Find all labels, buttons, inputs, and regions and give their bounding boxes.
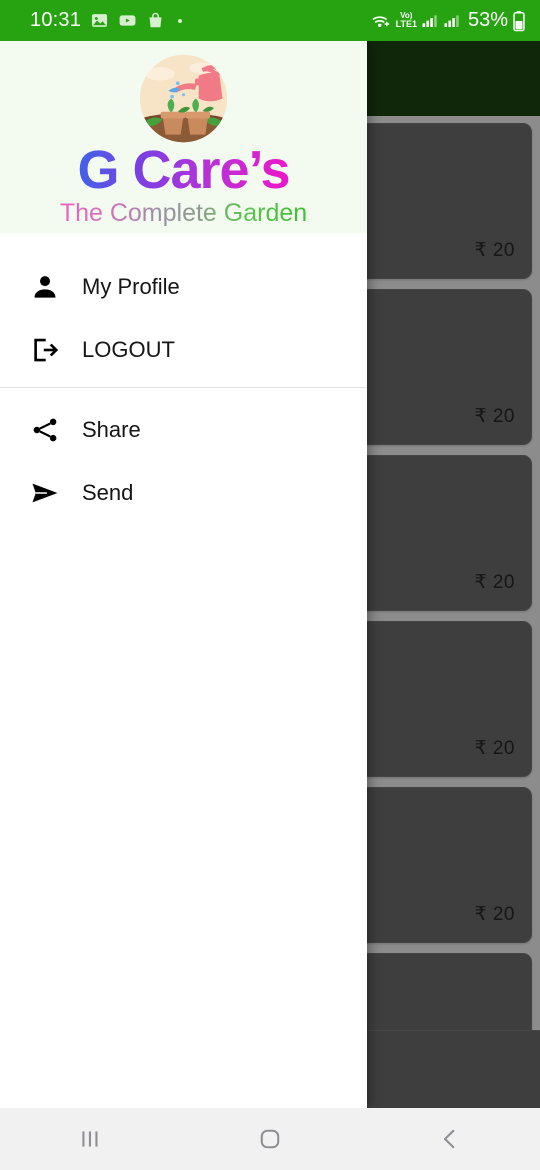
volte-indicator: Vo) LTE1 [395,11,417,29]
status-bar-clock: 10:31 [30,9,82,31]
person-icon [30,272,64,302]
drawer-header: G Care’s The Complete Garden [0,41,367,234]
battery-percent-label: 53% [467,9,508,31]
brand-title: G Care’s [77,140,290,200]
recents-icon [82,1131,98,1147]
drawer-item-send[interactable]: Send [0,461,367,524]
status-bar-right: Vo) LTE1 53% [370,9,526,32]
drawer-item-share[interactable]: Share [0,398,367,461]
status-bar: 10:31 Vo) LTE1 53% [0,0,540,41]
drawer-item-logout[interactable]: LOGOUT [0,318,367,381]
drawer-item-label: Send [82,479,134,505]
drawer-item-label: Share [82,416,141,442]
brand-tagline: The Complete Garden [60,199,307,234]
dot-indicator [178,18,183,23]
home-button[interactable] [180,1126,360,1152]
shopping-bag-icon [149,12,162,28]
battery-icon [513,10,525,31]
status-bar-left: 10:31 [30,9,370,32]
youtube-icon [119,15,136,26]
phone-screen: umit Gangwar ₹ 20 ₹ 20 ₹ 20 ₹ 20 ₹ 20 ₹ … [0,0,540,1170]
system-navigation-bar [0,1108,540,1170]
drawer-item-my-profile[interactable]: My Profile [0,255,367,318]
send-icon [30,478,64,508]
share-icon [30,415,64,445]
logout-icon [30,335,64,365]
navigation-drawer: G Care’s The Complete Garden My Profile [0,41,367,1108]
watering-can-plants-logo [139,54,228,143]
recents-button[interactable] [0,1126,180,1152]
signal-bars-sim2-icon [444,14,459,27]
drawer-item-label: LOGOUT [82,336,175,362]
gallery-icon [92,14,108,27]
back-icon [443,1129,455,1149]
drawer-divider [0,387,367,389]
drawer-menu-secondary: Share Send [0,398,367,524]
wifi-plus-icon [372,15,389,27]
drawer-menu-primary: My Profile LOGOUT [0,255,367,381]
drawer-item-label: My Profile [82,273,180,299]
signal-bars-sim1-icon [422,14,437,27]
back-button[interactable] [360,1126,540,1152]
home-icon [260,1129,280,1149]
